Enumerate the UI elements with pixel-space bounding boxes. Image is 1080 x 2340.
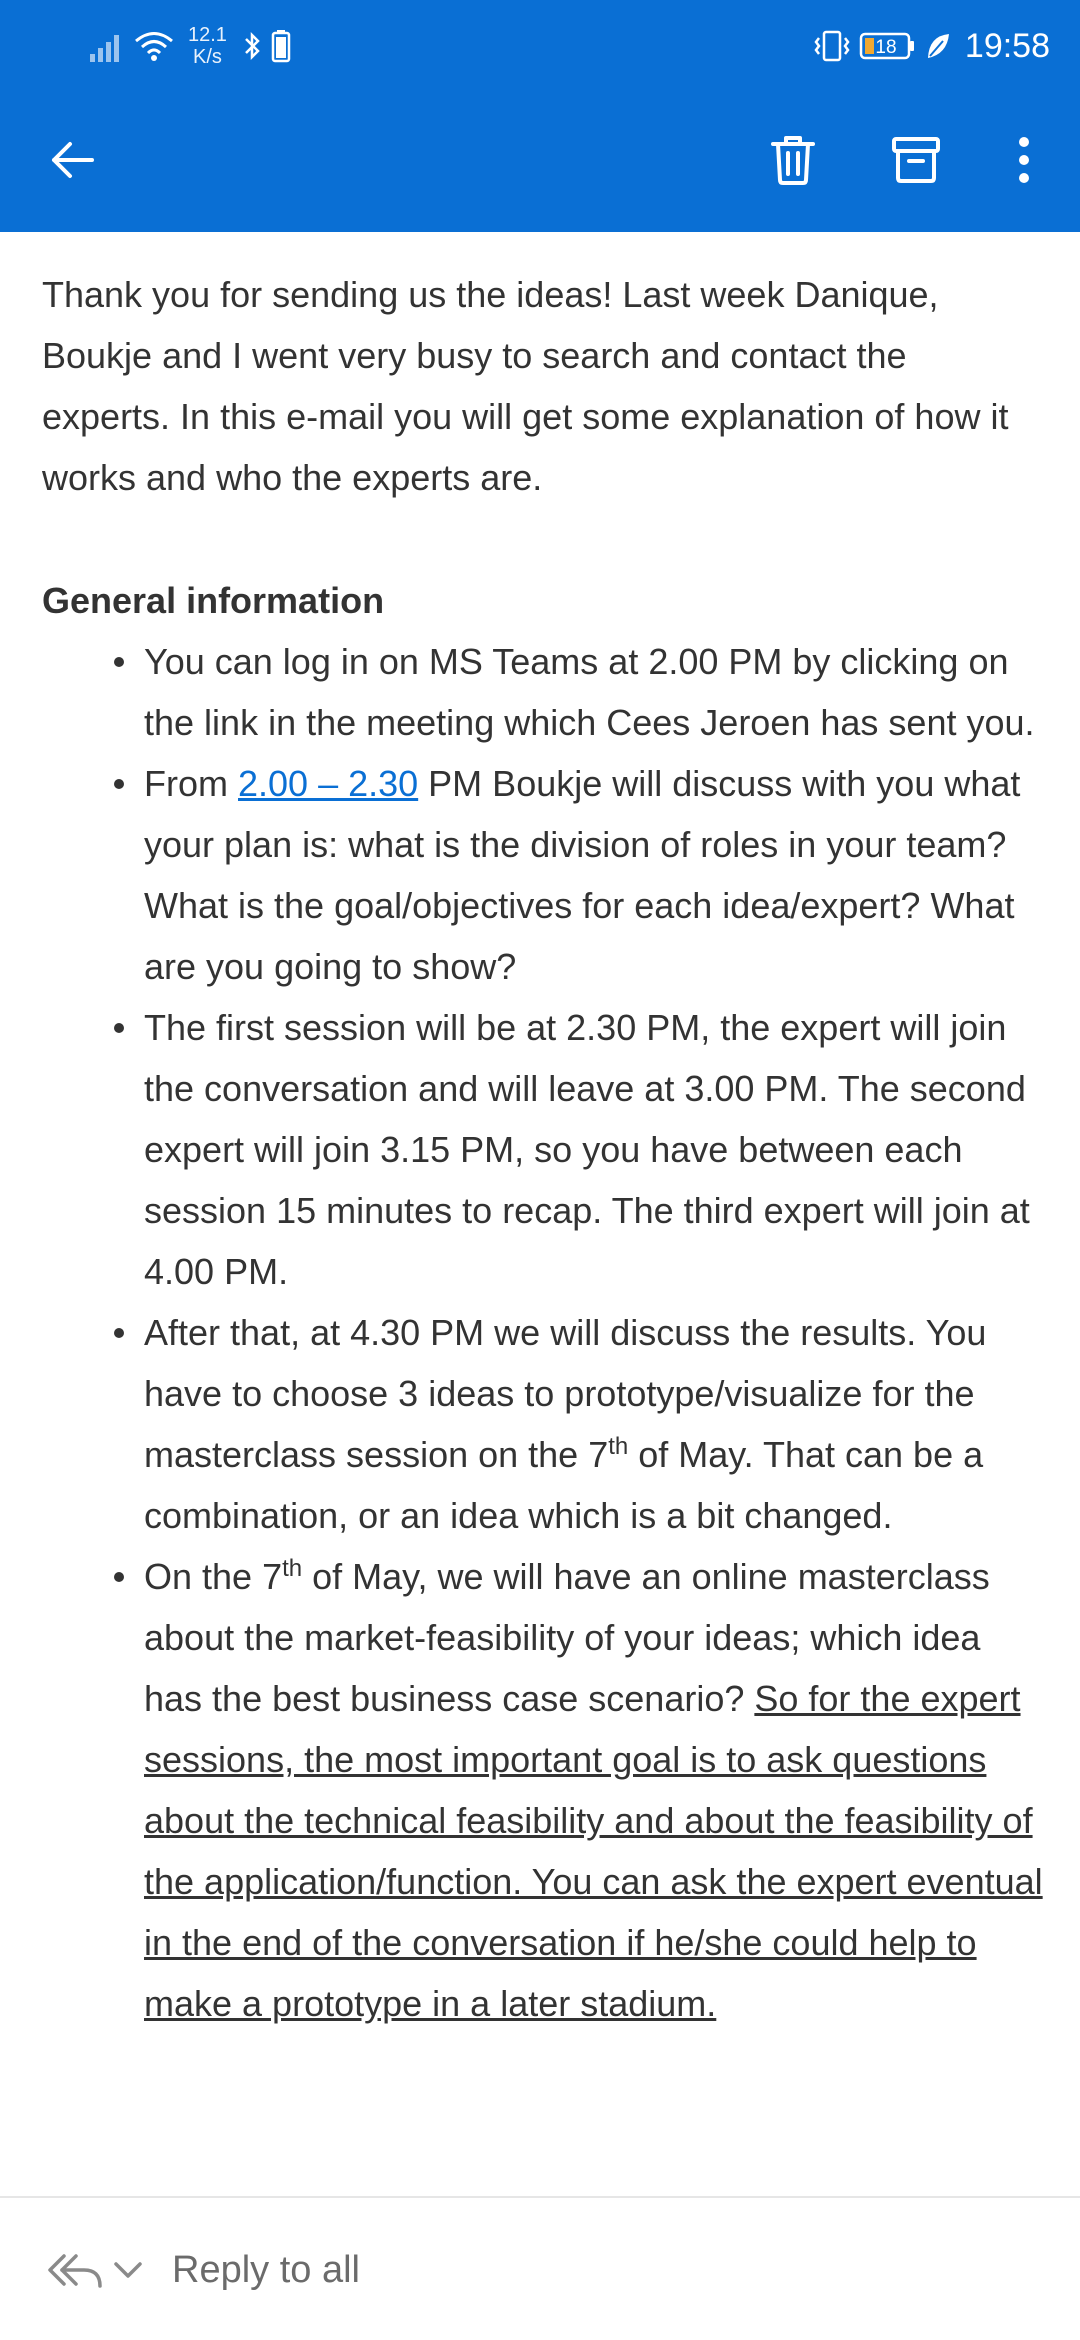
reply-bar: Reply to all (0, 2196, 1080, 2340)
list-item: After that, at 4.30 PM we will discuss t… (114, 1302, 1044, 1546)
list-item-text: From (144, 763, 238, 804)
list-item-text: On the 7 (144, 1556, 283, 1597)
section-heading-general-information: General information (42, 580, 385, 621)
list-item: The first session will be at 2.30 PM, th… (114, 997, 1044, 1302)
network-speed-unit: K/s (193, 46, 222, 68)
ordinal-suffix: th (608, 1433, 629, 1460)
archive-icon (892, 137, 940, 183)
status-bar-right: 18 19:58 (809, 18, 1050, 74)
back-arrow-icon (52, 142, 94, 178)
delete-button[interactable] (753, 120, 833, 200)
list-item: You can log in on MS Teams at 2.00 PM by… (114, 631, 1044, 753)
more-options-button[interactable] (984, 120, 1064, 200)
more-vertical-icon (1019, 137, 1029, 183)
email-intro-paragraph: Thank you for sending us the ideas! Last… (42, 274, 1009, 498)
network-speed-value: 12.1 (188, 24, 227, 46)
time-range-link[interactable]: 2.00 – 2.30 (238, 763, 418, 804)
battery-icon: 18 (859, 31, 917, 61)
list-item-text: You can log in on MS Teams at 2.00 PM by… (144, 641, 1035, 743)
list-item: From 2.00 – 2.30 PM Boukje will discuss … (114, 753, 1044, 997)
bluetooth-icon (243, 30, 263, 62)
ordinal-suffix: th (282, 1555, 303, 1582)
chevron-down-icon[interactable] (108, 2250, 148, 2290)
clock-time: 19:58 (964, 26, 1050, 65)
back-button[interactable] (32, 120, 112, 200)
network-speed-indicator: 12.1 K/s (188, 24, 227, 68)
app-bar (0, 90, 1080, 232)
vibrate-icon (813, 29, 851, 63)
eco-leaf-icon (925, 31, 951, 61)
underlined-emphasis-text: So for the expert sessions, the most imp… (144, 1678, 1043, 2024)
reply-to-all-button[interactable]: Reply to all (172, 2244, 360, 2296)
general-information-list: You can log in on MS Teams at 2.00 PM by… (114, 631, 1044, 2034)
signal-strength-icon (90, 30, 126, 62)
email-body: Thank you for sending us the ideas! Last… (0, 232, 1080, 2196)
battery-level-text: 18 (875, 37, 896, 58)
email-reader-screen: 12.1 K/s 18 19:58 Thank you for sending … (0, 0, 1080, 2340)
list-item-text: The first session will be at 2.30 PM, th… (144, 1007, 1030, 1292)
trash-icon (771, 136, 815, 185)
status-bar-left: 12.1 K/s (86, 18, 295, 74)
status-bar: 12.1 K/s 18 19:58 (0, 0, 1080, 90)
battery-saver-icon (271, 29, 291, 63)
wifi-icon (134, 30, 174, 62)
archive-button[interactable] (876, 120, 956, 200)
reply-all-icon[interactable] (44, 2240, 104, 2300)
list-item: On the 7th of May, we will have an onlin… (114, 1546, 1044, 2034)
